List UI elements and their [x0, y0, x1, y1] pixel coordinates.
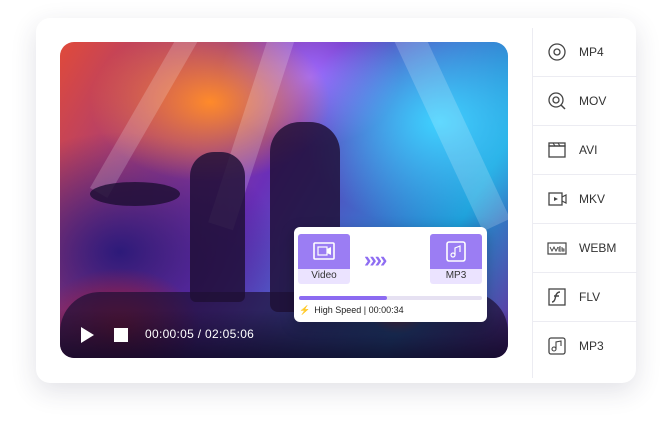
conversion-panel: Video ›››› MP3 ⚡ High Speed | 00:00:34 [294, 227, 487, 322]
target-format-label: MP3 [445, 270, 467, 281]
format-label: FLV [579, 290, 601, 304]
video-file-icon [313, 242, 335, 260]
conversion-progress-bar [299, 296, 482, 300]
format-label: MP4 [579, 45, 604, 59]
progress-fill [299, 296, 387, 300]
disc-icon [548, 43, 566, 61]
speed-status: ⚡ High Speed | 00:00:34 [299, 305, 404, 316]
drummer-silhouette [190, 152, 245, 302]
format-label: MP3 [579, 339, 604, 353]
speed-label: High Speed [314, 305, 362, 315]
status-divider: | [363, 305, 367, 315]
convert-arrows: ›››› [364, 247, 387, 272]
playback-time: 00:00:05 / 02:05:06 [145, 327, 254, 341]
format-list: MP4 MOV AVI MKV WEBM FLV MP3 [532, 28, 637, 378]
format-item-flv[interactable]: FLV [533, 273, 637, 322]
format-label: AVI [579, 143, 598, 157]
light-beam [90, 42, 198, 198]
format-item-mp4[interactable]: MP4 [533, 28, 637, 77]
source-tile: Video [298, 234, 350, 284]
format-item-avi[interactable]: AVI [533, 126, 637, 175]
clapperboard-icon [548, 142, 566, 158]
flash-icon [548, 288, 566, 306]
lightning-icon: ⚡ [299, 305, 311, 315]
play-icon[interactable] [81, 327, 94, 343]
format-label: MKV [579, 192, 606, 206]
cymbal [90, 182, 180, 206]
format-item-mp3[interactable]: MP3 [533, 322, 637, 371]
audio-file-icon [548, 337, 566, 355]
format-label: WEBM [579, 241, 617, 255]
magnifier-disc-icon [548, 92, 566, 110]
video-camera-icon [548, 192, 567, 206]
target-tile: MP3 [430, 234, 482, 284]
format-label: MOV [579, 94, 607, 108]
current-time: 00:00:05 [145, 327, 195, 341]
webm-icon [547, 242, 567, 255]
light-beam [390, 42, 508, 232]
time-separator: / [197, 327, 202, 341]
source-format-label: Video [311, 270, 337, 281]
total-time: 02:05:06 [205, 327, 255, 341]
format-item-mkv[interactable]: MKV [533, 175, 637, 224]
format-item-mov[interactable]: MOV [533, 77, 637, 126]
audio-file-icon [446, 241, 466, 262]
format-item-webm[interactable]: WEBM [533, 224, 637, 273]
stop-icon[interactable] [114, 328, 128, 342]
elapsed-time: 00:00:34 [368, 305, 404, 315]
